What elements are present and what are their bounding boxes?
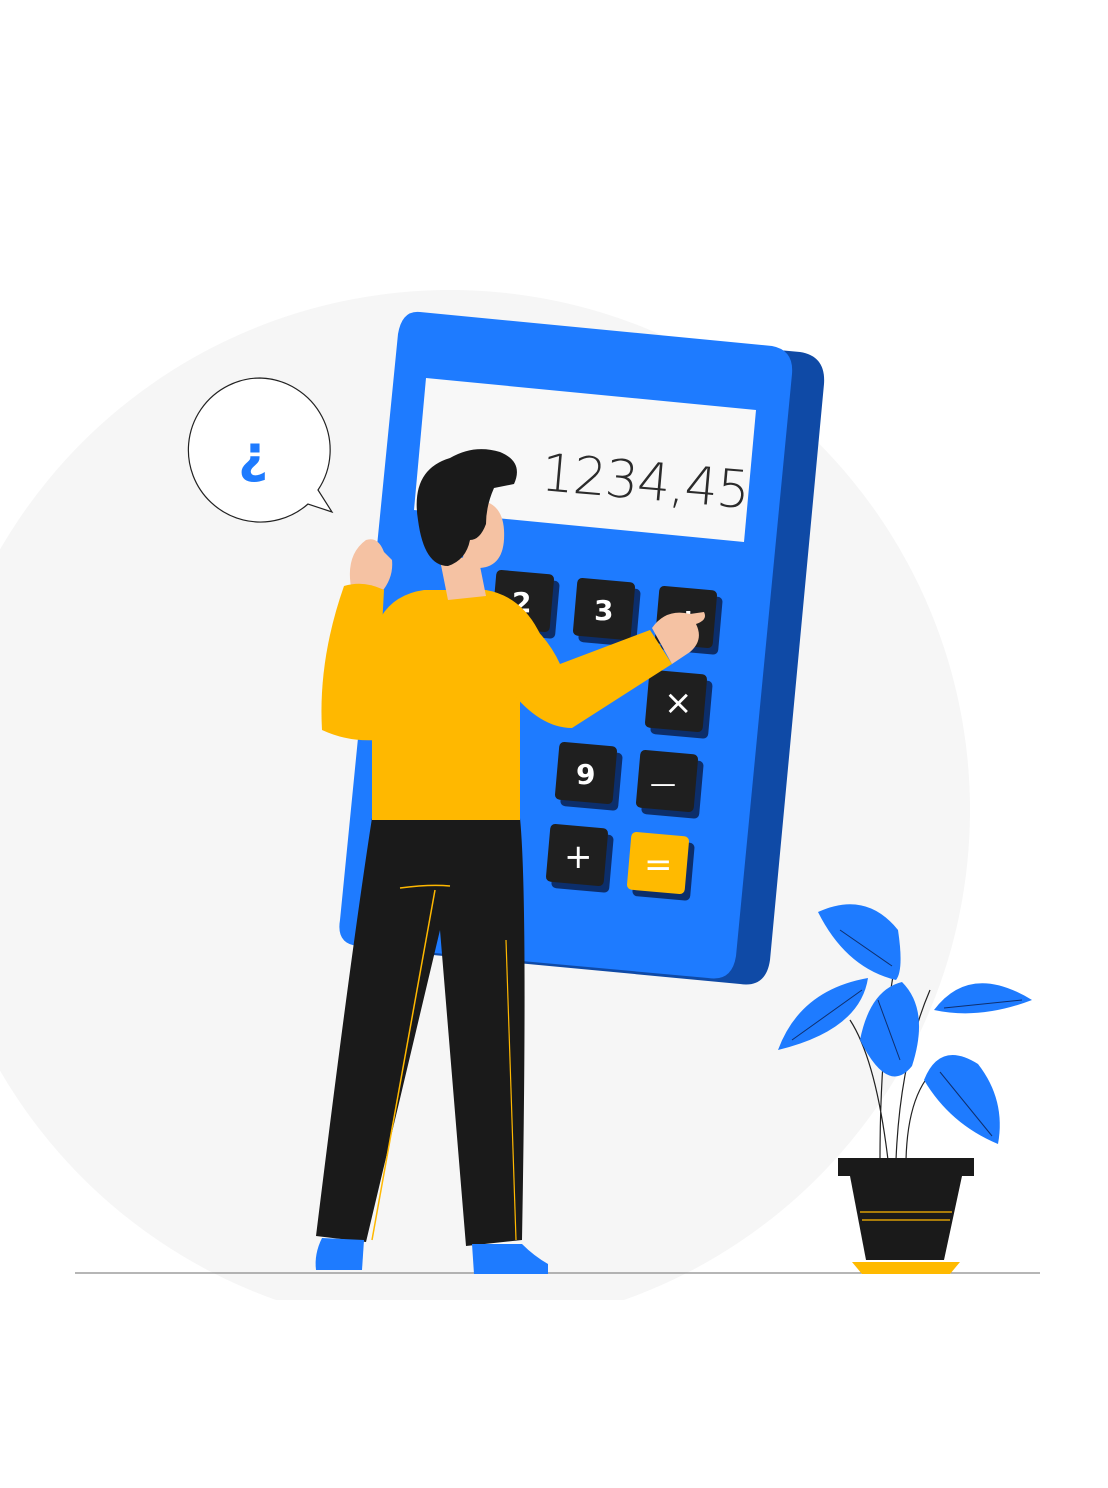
key-minus[interactable]: — [635, 749, 704, 819]
key-plus[interactable]: + [545, 823, 614, 893]
bubble-symbol: ¿ [238, 425, 268, 485]
key-3-label: 3 [594, 594, 613, 627]
key-equals[interactable]: = [626, 831, 695, 901]
key-3[interactable]: 3 [572, 577, 641, 647]
person-left-shoe [315, 1238, 364, 1270]
key-minus-label: — [650, 769, 676, 799]
key-plus-label: + [564, 837, 593, 877]
illustration-scene: ¿ 1234,45 2 3 ÷ × [0, 290, 1108, 1488]
key-multiply[interactable]: × [644, 669, 713, 739]
speech-bubble-icon: ¿ [187, 377, 334, 523]
key-equals-label: = [644, 845, 673, 885]
key-9[interactable]: 9 [554, 741, 623, 811]
key-9-label: 9 [576, 758, 595, 791]
key-multiply-label: × [664, 683, 693, 723]
